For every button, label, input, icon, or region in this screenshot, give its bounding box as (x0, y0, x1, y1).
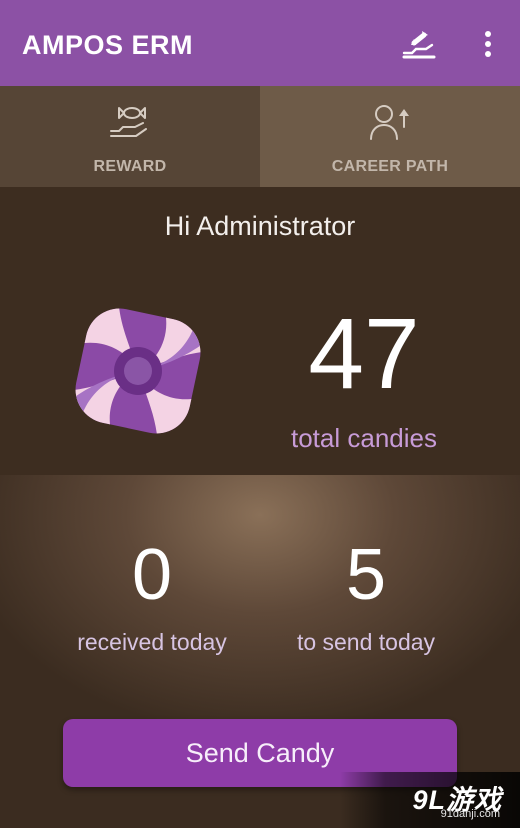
person-up-icon (368, 102, 412, 142)
candy-swirl-icon (58, 291, 218, 451)
app-title: AMPOS ERM (22, 30, 194, 60)
candy-hand-icon (402, 31, 436, 59)
tab-career-path-label: CAREER PATH (331, 158, 449, 175)
watermark: 9L游戏 91danji.com (340, 772, 520, 828)
tab-bar: REWARD CAREER PATH (0, 86, 520, 187)
candy-action-button[interactable] (397, 22, 441, 66)
received-today-count: 0 (131, 535, 173, 615)
watermark-domain: 91danji.com (440, 808, 500, 820)
candy-hand-icon (108, 102, 152, 142)
tab-reward-label: REWARD (93, 158, 167, 175)
total-candies-count: 47 (308, 298, 420, 410)
overflow-menu-button[interactable] (466, 22, 510, 66)
tab-reward[interactable]: REWARD (0, 86, 260, 187)
app-bar: AMPOS ERM (0, 0, 520, 86)
candy-summary: Hi Administrator 47 total candies (0, 187, 520, 475)
tab-career-path[interactable]: CAREER PATH (260, 86, 520, 187)
to-send-today-stat: 5 to send today (256, 533, 476, 656)
to-send-today-count: 5 (345, 535, 387, 615)
received-today-label: received today (77, 629, 227, 655)
greeting-text: Hi Administrator (164, 211, 356, 241)
total-candies-label: total candies (291, 423, 437, 453)
app-screen: AMPOS ERM REWARD CAREER PATH Hi Administ… (0, 0, 520, 828)
received-today-stat: 0 received today (42, 533, 262, 656)
more-vert-icon (485, 31, 491, 57)
to-send-today-label: to send today (296, 629, 436, 655)
